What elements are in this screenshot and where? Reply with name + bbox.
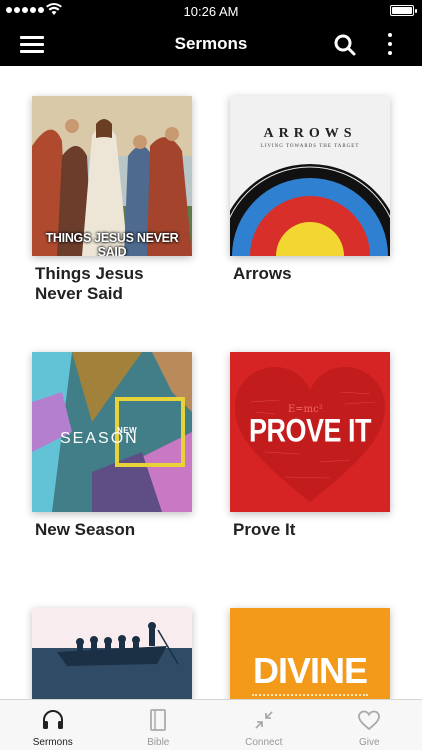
- sermon-art-text: THINGS JESUS NEVER SAID: [45, 231, 179, 256]
- search-icon[interactable]: [333, 33, 357, 57]
- sermon-artwork: [32, 608, 192, 700]
- sermon-art-text: DIVINE: [252, 650, 368, 691]
- sermon-title: Prove It: [233, 520, 296, 539]
- status-time: 10:26 AM: [183, 4, 239, 19]
- connect-arrows-icon: [255, 711, 273, 729]
- sermon-title: Things Jesus Never Said: [35, 264, 144, 303]
- sermon-artwork: THINGS JESUS NEVER SAID: [32, 96, 192, 256]
- tab-bible[interactable]: Bible: [106, 700, 212, 750]
- nav-bar: Sermons: [0, 22, 422, 66]
- sermon-art-text: PROVE IT: [248, 412, 372, 449]
- battery-icon: [390, 5, 417, 16]
- headphones-icon: [42, 710, 63, 729]
- divider-dots: [252, 694, 368, 696]
- tab-label: Sermons: [32, 737, 73, 748]
- page-title: Sermons: [174, 34, 248, 53]
- tab-label: Give: [358, 737, 380, 748]
- tab-give[interactable]: Give: [317, 700, 422, 750]
- tab-bar: Sermons Bible Connect Give: [0, 699, 422, 750]
- tab-connect[interactable]: Connect: [211, 700, 317, 750]
- tab-label: Bible: [147, 737, 170, 748]
- sermon-title: Arrows: [233, 264, 292, 283]
- target-graphic: [230, 164, 390, 256]
- heart-icon: [358, 710, 381, 731]
- sermon-artwork: NEW SEASON: [32, 352, 192, 512]
- sermon-art-text: SEASON: [60, 430, 139, 447]
- book-icon: [150, 709, 167, 731]
- sermon-artwork: DIVINE: [230, 608, 390, 700]
- sermon-title: New Season: [35, 520, 136, 539]
- more-vertical-icon[interactable]: [382, 32, 398, 56]
- status-bar: 10:26 AM: [0, 0, 422, 22]
- sermon-artwork: ARROWS LIVING TOWARDS THE TARGET: [230, 96, 390, 256]
- sermon-artwork: E=mc² PROVE IT: [230, 352, 390, 512]
- tab-sermons[interactable]: Sermons: [0, 700, 106, 750]
- tab-label: Connect: [245, 737, 283, 748]
